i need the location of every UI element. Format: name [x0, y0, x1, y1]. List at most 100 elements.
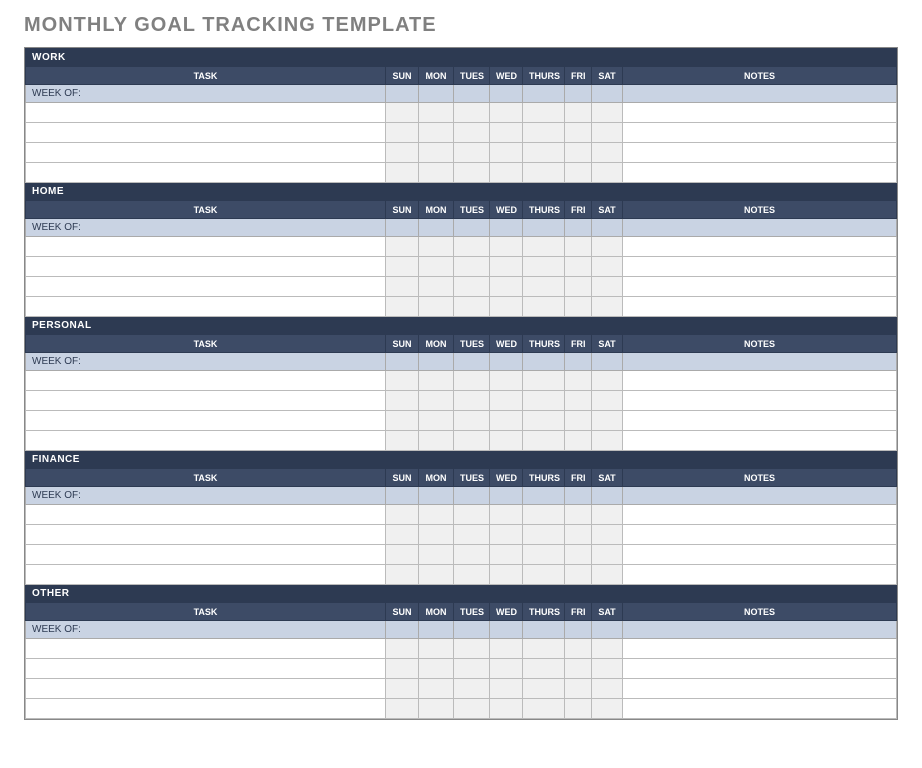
day-cell[interactable]: [565, 257, 592, 277]
day-cell[interactable]: [592, 297, 623, 317]
day-cell[interactable]: [454, 103, 490, 123]
week-of-day-cell[interactable]: [565, 85, 592, 103]
day-cell[interactable]: [565, 297, 592, 317]
week-of-day-cell[interactable]: [565, 487, 592, 505]
notes-cell[interactable]: [623, 277, 897, 297]
day-cell[interactable]: [523, 123, 565, 143]
day-cell[interactable]: [523, 411, 565, 431]
notes-cell[interactable]: [623, 297, 897, 317]
day-cell[interactable]: [419, 699, 454, 719]
day-cell[interactable]: [490, 565, 523, 585]
week-of-day-cell[interactable]: [490, 487, 523, 505]
day-cell[interactable]: [592, 143, 623, 163]
week-of-day-cell[interactable]: [386, 85, 419, 103]
week-of-day-cell[interactable]: [592, 219, 623, 237]
day-cell[interactable]: [523, 371, 565, 391]
day-cell[interactable]: [419, 297, 454, 317]
day-cell[interactable]: [523, 277, 565, 297]
week-of-day-cell[interactable]: [490, 219, 523, 237]
week-of-day-cell[interactable]: [386, 621, 419, 639]
week-of-notes-cell[interactable]: [623, 219, 897, 237]
day-cell[interactable]: [523, 505, 565, 525]
day-cell[interactable]: [419, 659, 454, 679]
day-cell[interactable]: [565, 431, 592, 451]
day-cell[interactable]: [565, 391, 592, 411]
week-of-day-cell[interactable]: [592, 621, 623, 639]
day-cell[interactable]: [592, 545, 623, 565]
day-cell[interactable]: [419, 391, 454, 411]
day-cell[interactable]: [454, 163, 490, 183]
day-cell[interactable]: [419, 163, 454, 183]
day-cell[interactable]: [565, 411, 592, 431]
day-cell[interactable]: [523, 391, 565, 411]
day-cell[interactable]: [454, 659, 490, 679]
task-cell[interactable]: [26, 659, 386, 679]
week-of-day-cell[interactable]: [454, 219, 490, 237]
day-cell[interactable]: [592, 277, 623, 297]
day-cell[interactable]: [592, 123, 623, 143]
week-of-day-cell[interactable]: [523, 487, 565, 505]
day-cell[interactable]: [419, 565, 454, 585]
day-cell[interactable]: [592, 639, 623, 659]
notes-cell[interactable]: [623, 505, 897, 525]
day-cell[interactable]: [592, 103, 623, 123]
day-cell[interactable]: [386, 277, 419, 297]
task-cell[interactable]: [26, 163, 386, 183]
week-of-day-cell[interactable]: [565, 219, 592, 237]
day-cell[interactable]: [565, 699, 592, 719]
day-cell[interactable]: [490, 371, 523, 391]
day-cell[interactable]: [523, 565, 565, 585]
day-cell[interactable]: [565, 565, 592, 585]
day-cell[interactable]: [592, 679, 623, 699]
task-cell[interactable]: [26, 123, 386, 143]
day-cell[interactable]: [454, 257, 490, 277]
notes-cell[interactable]: [623, 659, 897, 679]
week-of-day-cell[interactable]: [523, 219, 565, 237]
day-cell[interactable]: [419, 237, 454, 257]
day-cell[interactable]: [386, 123, 419, 143]
day-cell[interactable]: [419, 639, 454, 659]
day-cell[interactable]: [565, 679, 592, 699]
notes-cell[interactable]: [623, 123, 897, 143]
task-cell[interactable]: [26, 545, 386, 565]
week-of-day-cell[interactable]: [592, 487, 623, 505]
day-cell[interactable]: [523, 525, 565, 545]
day-cell[interactable]: [386, 525, 419, 545]
day-cell[interactable]: [565, 143, 592, 163]
task-cell[interactable]: [26, 699, 386, 719]
day-cell[interactable]: [419, 277, 454, 297]
day-cell[interactable]: [454, 679, 490, 699]
day-cell[interactable]: [386, 257, 419, 277]
day-cell[interactable]: [592, 411, 623, 431]
day-cell[interactable]: [454, 411, 490, 431]
day-cell[interactable]: [523, 699, 565, 719]
task-cell[interactable]: [26, 143, 386, 163]
notes-cell[interactable]: [623, 163, 897, 183]
day-cell[interactable]: [592, 391, 623, 411]
day-cell[interactable]: [386, 163, 419, 183]
notes-cell[interactable]: [623, 257, 897, 277]
day-cell[interactable]: [523, 297, 565, 317]
day-cell[interactable]: [490, 505, 523, 525]
notes-cell[interactable]: [623, 431, 897, 451]
day-cell[interactable]: [565, 505, 592, 525]
day-cell[interactable]: [592, 659, 623, 679]
day-cell[interactable]: [386, 391, 419, 411]
day-cell[interactable]: [454, 297, 490, 317]
week-of-notes-cell[interactable]: [623, 621, 897, 639]
week-of-notes-cell[interactable]: [623, 487, 897, 505]
week-of-day-cell[interactable]: [454, 85, 490, 103]
task-cell[interactable]: [26, 391, 386, 411]
day-cell[interactable]: [592, 237, 623, 257]
day-cell[interactable]: [454, 431, 490, 451]
week-of-day-cell[interactable]: [454, 621, 490, 639]
day-cell[interactable]: [565, 525, 592, 545]
week-of-day-cell[interactable]: [454, 487, 490, 505]
day-cell[interactable]: [386, 679, 419, 699]
day-cell[interactable]: [419, 679, 454, 699]
notes-cell[interactable]: [623, 371, 897, 391]
day-cell[interactable]: [592, 525, 623, 545]
day-cell[interactable]: [490, 257, 523, 277]
task-cell[interactable]: [26, 565, 386, 585]
day-cell[interactable]: [565, 237, 592, 257]
